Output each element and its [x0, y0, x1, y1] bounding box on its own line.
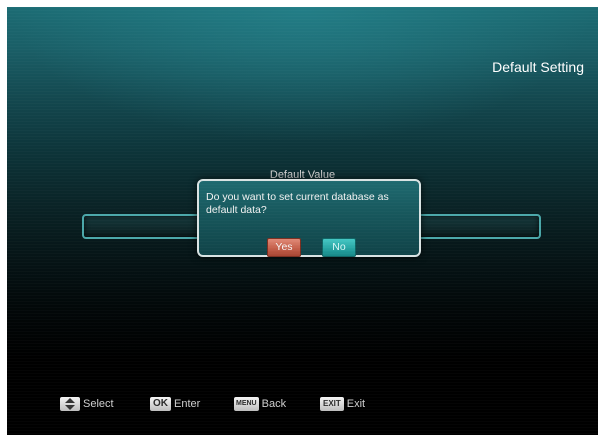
hint-select: Select	[60, 396, 114, 412]
footer-hints: Select OK Enter MENU Back EXIT Exit	[7, 396, 598, 412]
hint-exit-label: Exit	[346, 398, 366, 410]
hint-exit: EXIT Exit	[320, 396, 365, 412]
hint-enter-label: Enter	[174, 398, 201, 410]
page-title: Default Setting	[492, 59, 584, 75]
confirm-dialog: Do you want to set current database as d…	[197, 179, 421, 257]
no-button[interactable]: No	[322, 238, 356, 257]
dialog-message: Do you want to set current database as d…	[206, 191, 389, 216]
hint-back: MENU Back	[234, 396, 286, 412]
hint-back-label: Back	[261, 398, 287, 410]
hint-select-label: Select	[83, 398, 114, 410]
menu-key-icon: MENU	[234, 397, 259, 411]
up-down-arrows-icon	[60, 397, 80, 411]
tv-screen: Default Setting Default Value Do you wan…	[7, 7, 598, 435]
exit-key-icon: EXIT	[320, 397, 344, 411]
hint-enter: OK Enter	[150, 396, 200, 412]
yes-button[interactable]: Yes	[267, 238, 301, 257]
ok-key-icon: OK	[150, 397, 171, 411]
